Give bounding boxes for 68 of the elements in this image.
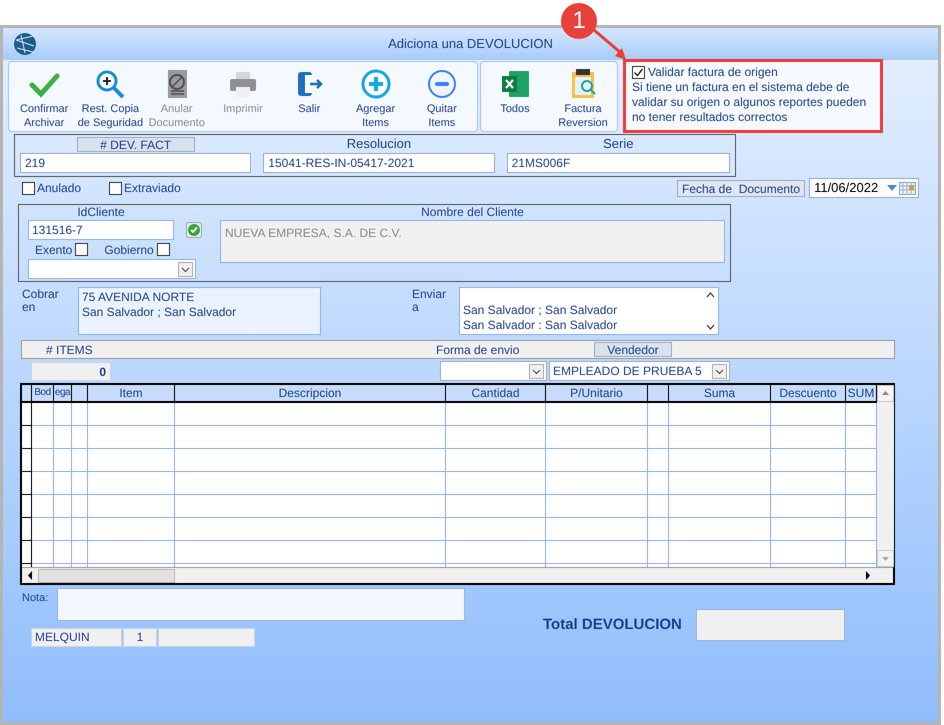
input-field[interactable]: 15041-RES-IN-05417-2021	[263, 153, 495, 173]
chevron-down-icon[interactable]	[712, 364, 727, 378]
field-label: Serie	[603, 135, 634, 152]
note-field[interactable]	[57, 588, 465, 621]
field-label: Nombre del Cliente	[420, 205, 525, 219]
input-field[interactable]: 21MS006F	[506, 153, 730, 173]
dropdown-arrow-icon[interactable]	[887, 185, 898, 191]
scroll-up-icon[interactable]	[705, 290, 716, 299]
toolbar-button[interactable]: Confirmar Archivar	[11, 62, 78, 131]
globe-icon	[13, 32, 37, 56]
spreadsheet-icon	[499, 68, 531, 100]
checkbox[interactable]	[109, 182, 122, 194]
client-id-field[interactable]: 131516-7	[28, 220, 174, 240]
plus-circle-icon	[360, 68, 392, 100]
toolbar-button[interactable]: Agregar Items	[342, 62, 409, 131]
total-label: Total DEVOLUCION	[543, 615, 683, 635]
field-label: Enviar a	[412, 288, 448, 316]
address-field[interactable]: San Salvador ; San Salvador San Salvador : San Salvador	[459, 287, 719, 335]
column-header[interactable]: Descuento	[771, 385, 846, 401]
checkbox[interactable]	[22, 182, 35, 194]
item-count: 0	[31, 362, 111, 380]
date-label: Fecha de Documento	[677, 180, 806, 196]
toolbar-button[interactable]: Todos	[481, 62, 549, 131]
toolbar-button[interactable]: Factura Reversion	[549, 62, 617, 131]
seller-label: Vendedor	[594, 342, 672, 357]
column-header[interactable]: Item	[88, 385, 175, 401]
column-header[interactable]: ega	[54, 385, 72, 401]
window-title: Adiciona una DEVOLUCION	[388, 35, 553, 54]
chevron-down-icon[interactable]	[529, 364, 544, 378]
field-label: Resolucion	[346, 135, 412, 152]
checkbox-label: Gobierno	[104, 242, 154, 258]
toolbar-button[interactable]: Salir	[276, 62, 342, 131]
shipping-label: Forma de envio	[436, 342, 520, 358]
toolbar-button[interactable]: Rest. Copia de Seguridad	[77, 62, 144, 131]
input-field[interactable]: 219	[20, 153, 252, 173]
client-name-field: NUEVA EMPRESA, S.A. DE C.V.	[220, 220, 725, 263]
magnifier-plus-icon	[94, 68, 126, 100]
checkbox-label: Exento	[35, 242, 72, 258]
step-badge: 1	[561, 3, 597, 39]
chevron-down-icon[interactable]	[178, 262, 193, 276]
checkbox[interactable]	[632, 66, 645, 79]
minus-circle-icon	[426, 68, 458, 100]
items-label: # ITEMS	[46, 342, 94, 358]
horizontal-scrollbar[interactable]	[22, 567, 893, 583]
seller-dropdown[interactable]: EMPLEADO DE PRUEBA 5	[549, 361, 730, 381]
checkbox[interactable]	[75, 243, 88, 256]
column-header[interactable]: Cantidad	[446, 385, 546, 401]
field-label: # DEV. FACT	[76, 137, 195, 152]
checkbox-label: Anulado	[37, 180, 82, 197]
column-header[interactable]: Suma	[669, 385, 771, 401]
checkbox[interactable]	[156, 243, 170, 256]
checkbox-label: Validar factura de origen	[648, 65, 778, 80]
toolbar-button[interactable]: Quitar Items	[408, 62, 475, 131]
status-field: MELQUIN	[31, 628, 122, 647]
calendar-icon[interactable]	[899, 182, 916, 194]
scroll-down-icon[interactable]	[705, 323, 716, 332]
date-field[interactable]: 11/06/2022	[809, 178, 920, 198]
status-field: 1	[123, 628, 157, 647]
note-label: Nota:	[22, 591, 50, 606]
checkbox-label: Extraviado	[124, 180, 181, 197]
address-field[interactable]: 75 AVENIDA NORTE San Salvador ; San Salvador	[78, 287, 321, 335]
column-header[interactable]: P/Unitario	[546, 385, 648, 401]
column-header[interactable]: Descripcion	[175, 385, 446, 401]
column-header[interactable]: Bod	[32, 385, 54, 401]
field-label: Cobrar en	[22, 288, 60, 316]
warning-text: Si tiene un factura en el sistema debe de validar su origen o algunos reportes pueden no tener resultados correctos	[632, 80, 868, 125]
scroll-thumb[interactable]	[38, 568, 175, 582]
field-label: IdCliente	[76, 205, 126, 219]
